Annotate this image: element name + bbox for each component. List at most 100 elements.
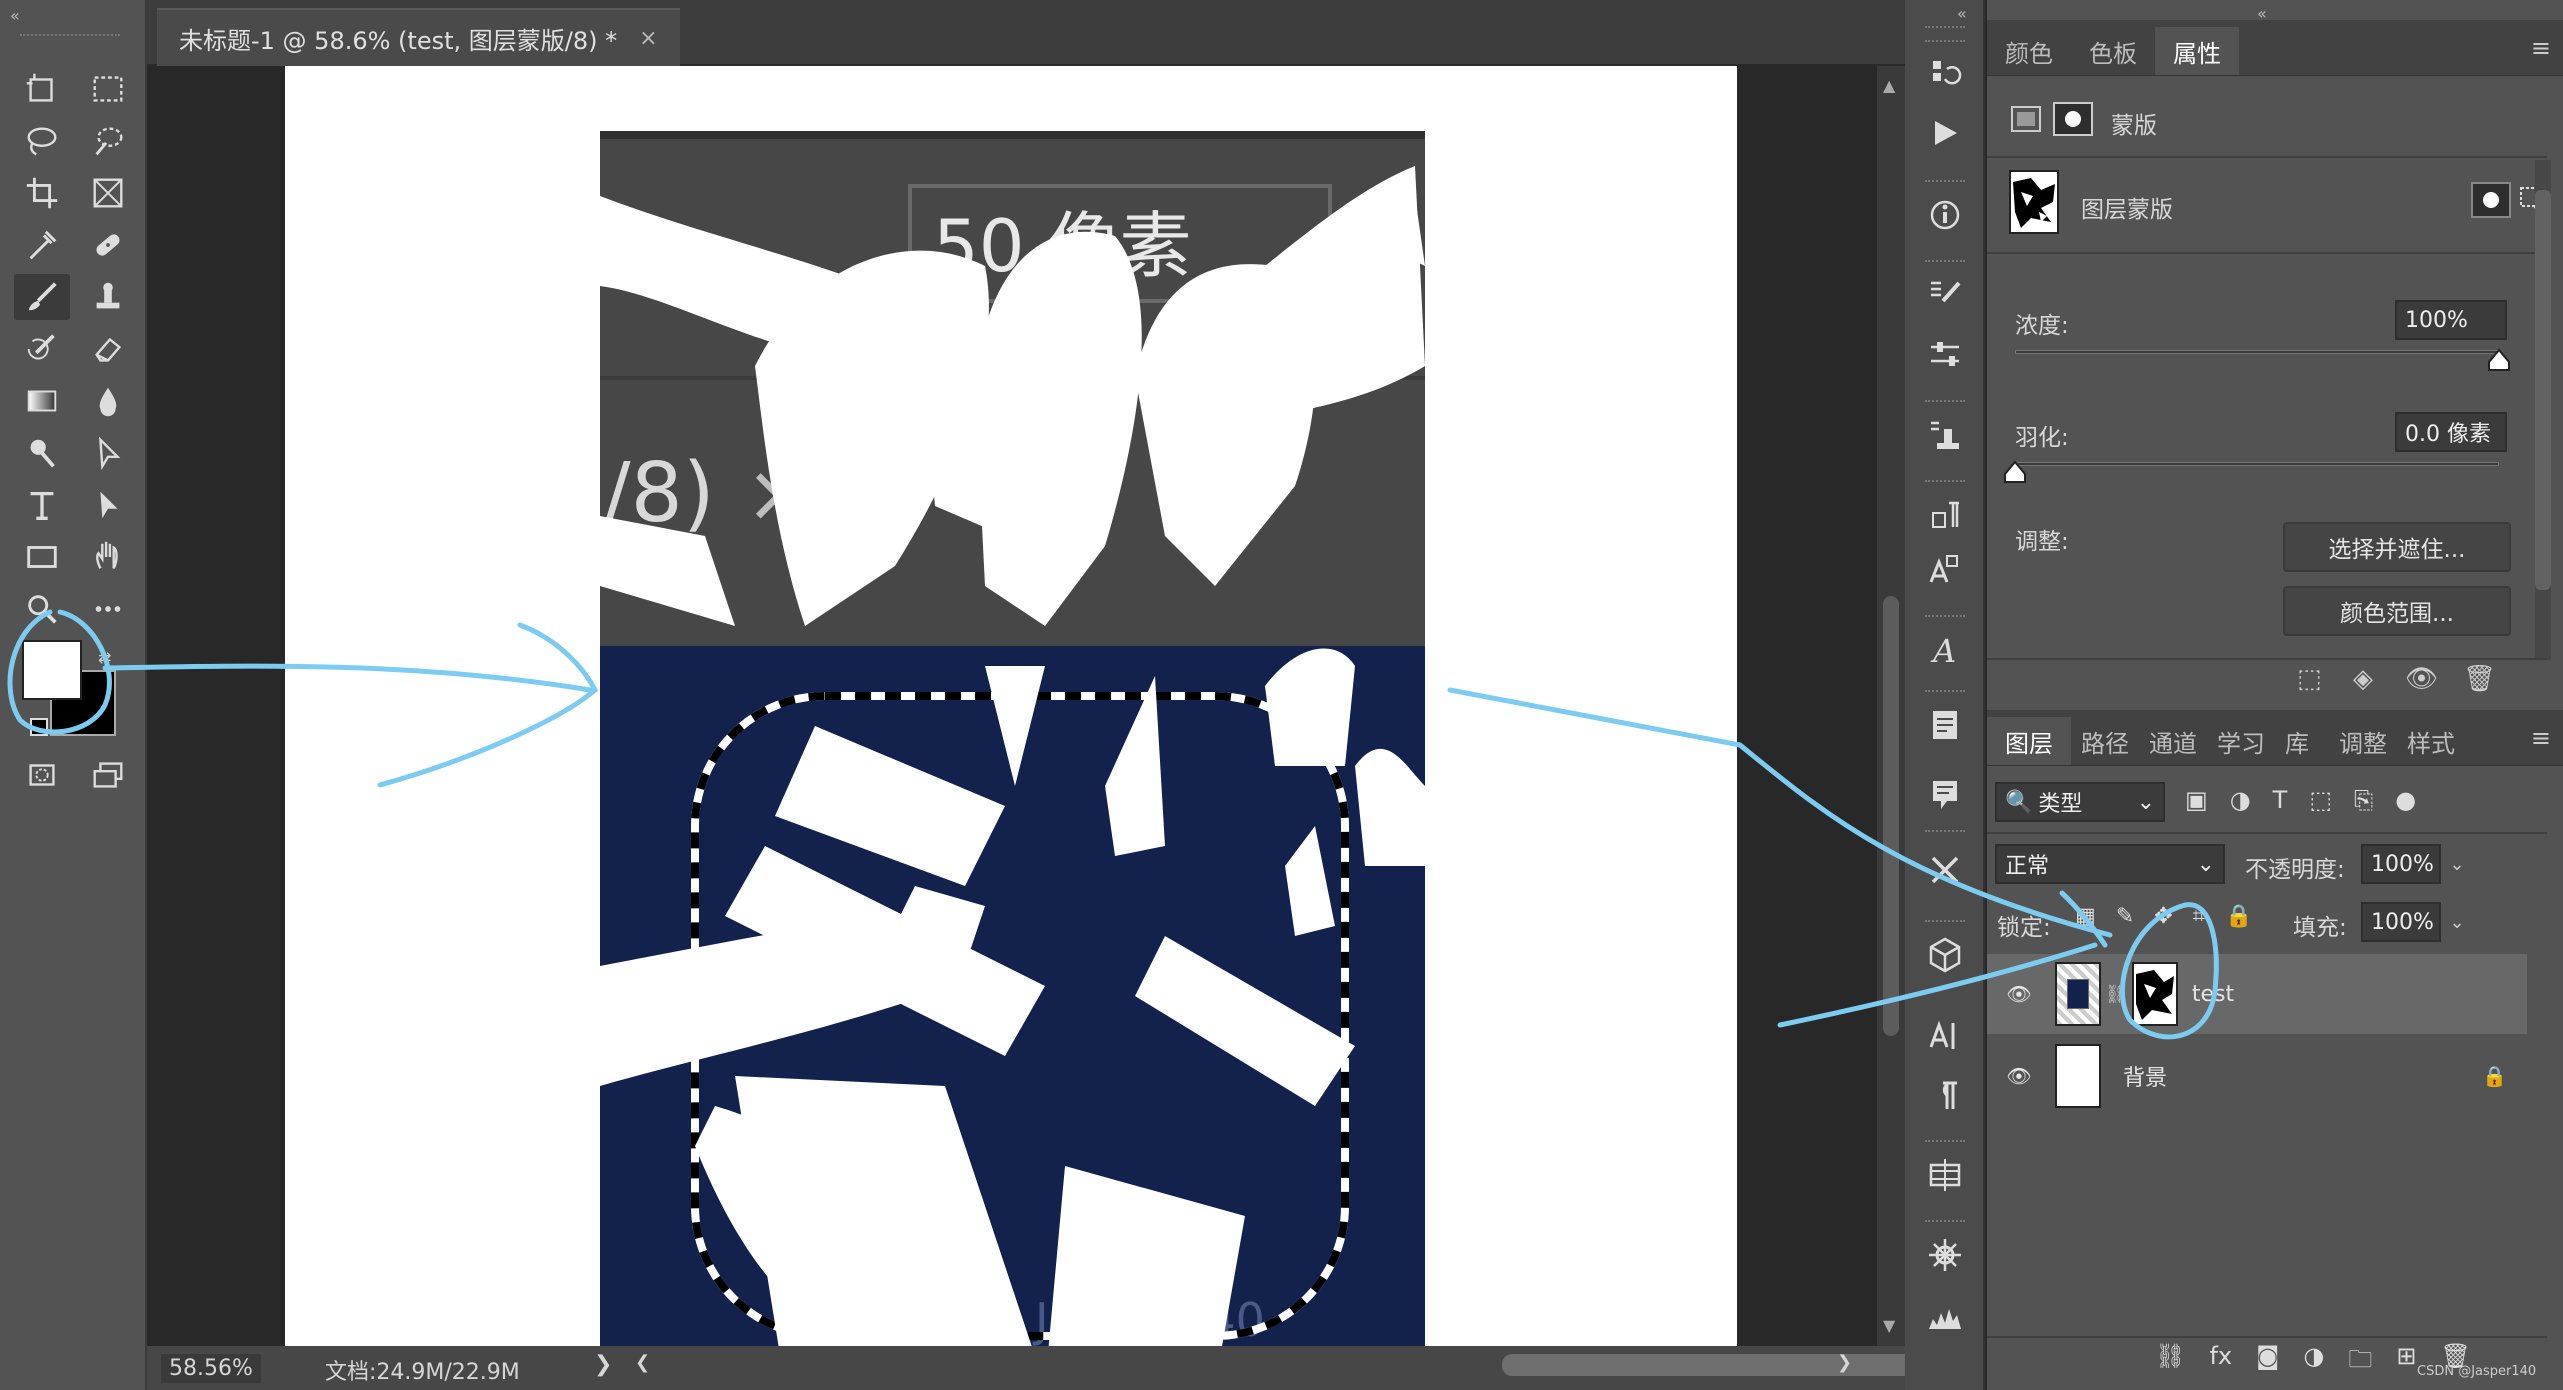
close-tab-button[interactable]: × <box>639 26 657 51</box>
histogram-icon[interactable] <box>1917 1290 1973 1340</box>
scroll-up-icon[interactable]: ▲ <box>1883 76 1895 95</box>
layer-name[interactable]: test <box>2192 982 2234 1007</box>
toggle-mask-visibility-icon[interactable]: 👁 <box>2405 664 2438 694</box>
direct-select-icon[interactable] <box>80 482 136 528</box>
new-group-icon[interactable]: 🗀 <box>2348 1342 2372 1383</box>
lasso-icon[interactable] <box>14 118 70 164</box>
link-layers-icon[interactable]: ⛓ <box>2155 1342 2185 1383</box>
layer-thumbnail[interactable] <box>2055 1044 2101 1108</box>
clone-stamp-icon[interactable] <box>80 274 136 320</box>
properties-wheel-icon[interactable] <box>1917 1230 1973 1280</box>
layer-filter-dropdown[interactable]: 🔍 类型 ⌄ <box>1995 782 2165 822</box>
lock-transparent-icon[interactable]: ▦ <box>2075 904 2096 929</box>
eyedropper-icon[interactable] <box>14 222 70 268</box>
tab-styles[interactable]: 样式 <box>2397 717 2465 765</box>
tab-properties[interactable]: 属性 <box>2155 27 2239 75</box>
fill-input[interactable]: 100% <box>2361 902 2441 942</box>
document-canvas[interactable]: 50 像素 /8) × Jasper140 <box>285 66 1737 1386</box>
new-adjustment-icon[interactable]: ◑ <box>2303 1342 2324 1383</box>
hscroll-right-icon[interactable]: ❯ <box>1837 1352 1852 1373</box>
strip-group-grip[interactable] <box>1925 920 1965 925</box>
strip-group-grip[interactable] <box>1925 830 1965 835</box>
feather-slider[interactable] <box>2015 462 2499 466</box>
toolbar-collapse-button[interactable]: « <box>10 6 20 25</box>
brush-icon[interactable] <box>14 274 70 320</box>
delete-mask-icon[interactable]: 🗑 <box>2463 664 2496 694</box>
layer-row-background[interactable]: 👁 背景 🔒 <box>1987 1036 2527 1116</box>
tools-crossed-icon[interactable] <box>1917 845 1973 895</box>
select-mask-icon[interactable] <box>2471 182 2511 218</box>
opacity-dropdown-icon[interactable]: ⌄ <box>2443 844 2471 884</box>
opacity-input[interactable]: 100% <box>2361 844 2441 884</box>
layer-row-test[interactable]: 👁 ⛓ test <box>1987 954 2527 1034</box>
rectangle-icon[interactable] <box>14 534 70 580</box>
character-icon[interactable] <box>1917 1010 1973 1060</box>
filter-type-icon[interactable]: T <box>2273 786 2288 814</box>
gradient-icon[interactable] <box>14 378 70 424</box>
layer-style-icon[interactable]: fx <box>2209 1342 2232 1383</box>
color-range-button[interactable]: 颜色范围... <box>2283 586 2511 636</box>
adjust-sliders-icon[interactable] <box>1917 330 1973 380</box>
default-colors-icon[interactable] <box>30 718 48 736</box>
filter-toggle-icon[interactable]: ● <box>2395 786 2416 814</box>
dodge-icon[interactable] <box>14 430 70 476</box>
strip-group-grip[interactable] <box>1925 1140 1965 1145</box>
lock-position-icon[interactable]: ✥ <box>2154 904 2172 929</box>
strip-group-grip[interactable] <box>1925 260 1965 265</box>
strip-group-grip[interactable] <box>1925 400 1965 405</box>
tab-learn[interactable]: 学习 <box>2207 717 2275 765</box>
horizontal-scrollbar[interactable] <box>637 1346 2027 1390</box>
path-select-icon[interactable] <box>80 430 136 476</box>
foreground-color-swatch[interactable] <box>22 640 82 700</box>
screen-mode-icon[interactable] <box>80 752 136 798</box>
lock-all-icon[interactable]: 🔒 <box>2225 904 2252 929</box>
layers-menu-icon[interactable]: ≡ <box>2531 724 2551 752</box>
fill-dropdown-icon[interactable]: ⌄ <box>2443 902 2471 942</box>
eye-icon[interactable]: 👁 <box>1999 1064 2039 1088</box>
new-layer-icon[interactable]: ⊞ <box>2396 1342 2416 1383</box>
more-tools-icon[interactable] <box>80 586 136 632</box>
density-slider-handle[interactable] <box>2487 348 2511 376</box>
strip-group-grip[interactable] <box>1925 40 1965 45</box>
strip-grip[interactable] <box>1925 26 1965 31</box>
mask-link-icon[interactable]: ⛓ <box>2105 984 2128 1005</box>
artboard-icon[interactable] <box>14 66 70 112</box>
density-input[interactable]: 100% <box>2395 300 2507 340</box>
character-styles-icon[interactable] <box>1917 545 1973 595</box>
pixel-mask-icon[interactable] <box>2011 106 2041 132</box>
properties-menu-icon[interactable]: ≡ <box>2531 34 2551 62</box>
actions-play-icon[interactable] <box>1917 108 1973 158</box>
scroll-down-icon[interactable]: ▼ <box>1883 1316 1895 1335</box>
notes-icon[interactable] <box>1917 700 1973 750</box>
history-brush-icon[interactable] <box>14 326 70 372</box>
document-tab[interactable]: 未标题-1 @ 58.6% (test, 图层蒙版/8) * × <box>157 8 680 66</box>
layer-thumbnail[interactable] <box>2055 962 2101 1026</box>
history-icon[interactable] <box>1917 50 1973 100</box>
strip-group-grip[interactable] <box>1925 180 1965 185</box>
eye-icon[interactable]: 👁 <box>1999 982 2039 1006</box>
vertical-scrollbar[interactable]: ▲ ▼ <box>1877 66 1905 1346</box>
swap-colors-icon[interactable]: ⇄ <box>98 648 111 667</box>
apply-mask-icon[interactable]: ◈ <box>2353 664 2373 694</box>
clone-source-icon[interactable] <box>1917 410 1973 460</box>
strip-group-grip[interactable] <box>1925 690 1965 695</box>
frame-icon[interactable] <box>80 170 136 216</box>
healing-brush-icon[interactable] <box>80 222 136 268</box>
lock-artboard-icon[interactable]: ⌗ <box>2193 904 2205 929</box>
feather-input[interactable]: 0.0 像素 <box>2395 412 2507 452</box>
comments-icon[interactable] <box>1917 770 1973 820</box>
vertical-scroll-thumb[interactable] <box>1883 596 1899 1036</box>
filter-smartobject-icon[interactable]: ⎘ <box>2354 786 2373 814</box>
strip-group-grip[interactable] <box>1925 480 1965 485</box>
load-selection-icon[interactable]: ⬚ <box>2297 664 2322 694</box>
blur-icon[interactable] <box>80 378 136 424</box>
lock-pixels-icon[interactable]: ✎ <box>2116 904 2134 929</box>
paragraph-icon[interactable] <box>1917 1070 1973 1120</box>
blend-mode-dropdown[interactable]: 正常 ⌄ <box>1995 844 2225 884</box>
quick-mask-icon[interactable] <box>14 752 70 798</box>
type-icon[interactable] <box>14 482 70 528</box>
status-menu-arrow[interactable]: ❯ <box>594 1352 612 1377</box>
quick-select-icon[interactable] <box>80 118 136 164</box>
zoom-level[interactable]: 58.56% <box>161 1354 261 1383</box>
layer-mask-type-icon[interactable] <box>2053 102 2093 136</box>
